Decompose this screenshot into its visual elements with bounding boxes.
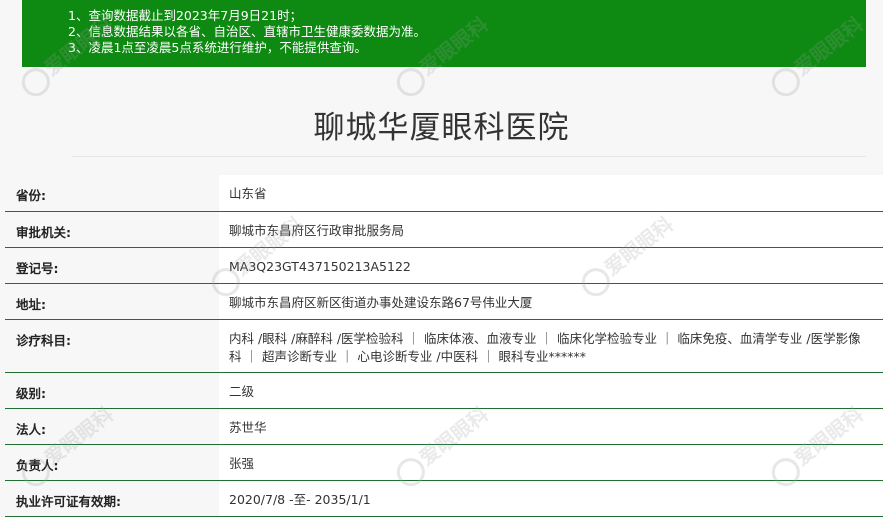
table-row: 登记号: MA3Q23GT437150213A5122 [5, 247, 883, 283]
page-title: 聊城华厦眼科医院 [313, 110, 570, 146]
row-value: 张强 [219, 444, 883, 480]
notice-line-3: 3、凌晨1点至凌晨5点系统进行维护，不能提供查询。 [68, 40, 367, 55]
notice-line-2: 2、信息数据结果以各省、自治区、直辖市卫生健康委数据为准。 [68, 24, 426, 39]
row-value: MA3Q23GT437150213A5122 [219, 247, 883, 283]
row-value: 内科 /眼科 /麻醉科 /医学检验科 ｜ 临床体液、血液专业 ｜ 临床化学检验专… [219, 319, 883, 372]
row-label: 登记号: [5, 247, 219, 283]
row-label: 诊疗科目: [5, 319, 219, 372]
row-label: 负责人: [5, 444, 219, 480]
table-row: 地址: 聊城市东昌府区新区街道办事处建设东路67号伟业大厦 [5, 283, 883, 319]
table-row: 审批机关: 聊城市东昌府区行政审批服务局 [5, 211, 883, 247]
row-label: 审批机关: [5, 211, 219, 247]
row-label: 级别: [5, 372, 219, 408]
row-value: 聊城市东昌府区行政审批服务局 [219, 211, 883, 247]
table-row: 执业许可证有效期: 2020/7/8 -至- 2035/1/1 [5, 480, 883, 516]
notice-banner: 1、查询数据截止到2023年7月9日21时； 2、信息数据结果以各省、自治区、直… [22, 0, 866, 67]
row-value: 山东省 [219, 175, 883, 211]
row-label: 省份: [5, 175, 219, 211]
title-divider [72, 156, 866, 157]
row-label: 执业许可证有效期: [5, 480, 219, 516]
row-label: 法人: [5, 408, 219, 444]
table-row: 诊疗科目: 内科 /眼科 /麻醉科 /医学检验科 ｜ 临床体液、血液专业 ｜ 临… [5, 319, 883, 372]
row-value: 二级 [219, 372, 883, 408]
notice-line-1: 1、查询数据截止到2023年7月9日21时； [68, 8, 303, 23]
row-value: 苏世华 [219, 408, 883, 444]
hospital-info-table: 省份: 山东省 审批机关: 聊城市东昌府区行政审批服务局 登记号: MA3Q23… [5, 175, 883, 517]
row-label: 地址: [5, 283, 219, 319]
table-row: 负责人: 张强 [5, 444, 883, 480]
row-value: 聊城市东昌府区新区街道办事处建设东路67号伟业大厦 [219, 283, 883, 319]
row-value: 2020/7/8 -至- 2035/1/1 [219, 480, 883, 516]
table-row: 法人: 苏世华 [5, 408, 883, 444]
table-row: 省份: 山东省 [5, 175, 883, 211]
table-row: 级别: 二级 [5, 372, 883, 408]
